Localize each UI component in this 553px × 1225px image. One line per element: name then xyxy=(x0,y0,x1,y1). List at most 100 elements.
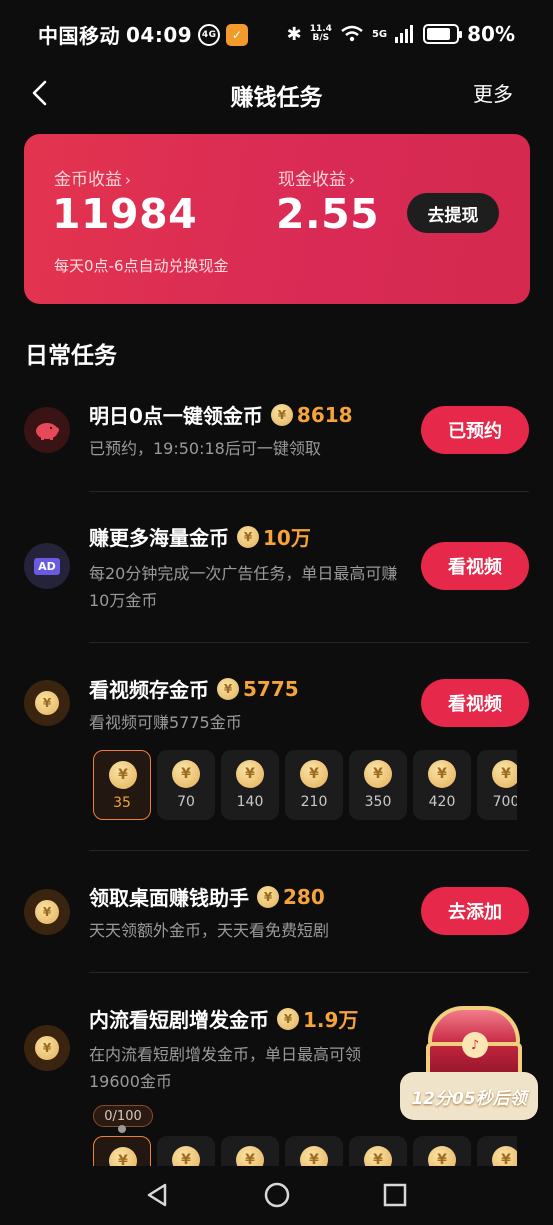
task-title: 内流看短剧增发金币 ¥ 1.9万 xyxy=(89,1004,358,1033)
add-widget-button[interactable]: 去添加 xyxy=(421,887,529,935)
coin-reward-cell: ¥ xyxy=(93,1136,151,1166)
ad-icon: AD xyxy=(24,543,70,589)
yen-coin-icon: ¥ xyxy=(236,1146,264,1166)
yen-coin-icon: ¥ xyxy=(300,760,328,788)
carrier-name: 中国移动 xyxy=(38,24,120,48)
coin-reward-value: 210 xyxy=(300,794,328,810)
yen-coin-icon: ¥ xyxy=(217,677,239,700)
task-reward: 1.9万 xyxy=(303,1008,359,1032)
yen-coin-icon: ¥ xyxy=(300,1146,328,1166)
coin-reward-cell: ¥ xyxy=(413,1136,471,1166)
status-bar: 中国移动 04:09 4G ✓ ✱ 11.4 B/S 5G 80% xyxy=(0,0,553,70)
yen-coin-icon: ¥ xyxy=(109,761,137,789)
coin-reward-value: 70 xyxy=(177,794,195,810)
coin-reward-value: 700 xyxy=(492,794,517,810)
coin-reward-cell: ¥35 xyxy=(93,750,151,820)
music-note-icon: ♪ xyxy=(462,1032,488,1058)
task-title: 赚更多海量金币 ¥ 10万 xyxy=(89,522,311,551)
coin-reward-strip: ¥ ¥ ¥ ¥ ¥ ¥ ¥ xyxy=(93,1136,517,1166)
task-reward: 10万 xyxy=(263,526,311,550)
coin-reward-cell: ¥210 xyxy=(285,750,343,820)
exchange-note: 每天0点-6点自动兑换现金 xyxy=(54,257,229,275)
chevron-right-icon: › xyxy=(349,171,355,189)
coin-earnings-value: 11984 xyxy=(52,190,198,238)
task-description: 已预约，19:50:18后可一键领取 xyxy=(89,439,321,458)
app-notification-icon: ✓ xyxy=(226,23,249,46)
coin-reward-cell: ¥ xyxy=(221,1136,279,1166)
yen-coin-icon: ¥ xyxy=(492,760,517,788)
coin-reward-cell: ¥ xyxy=(285,1136,343,1166)
yen-coin-icon: ¥ xyxy=(428,760,456,788)
coin-reward-strip: ¥35 ¥70 ¥140 ¥210 ¥350 ¥420 ¥700 xyxy=(93,750,517,820)
yen-coin-icon: ¥ xyxy=(24,680,70,726)
cash-earnings-value: 2.55 xyxy=(276,190,380,238)
task-description: 每20分钟完成一次广告任务，单日最高可赚10万金币 xyxy=(89,564,398,610)
task-reward: 8618 xyxy=(296,402,353,427)
coin-earnings-link[interactable]: 金币收益 › xyxy=(54,165,131,190)
yen-coin-icon: ¥ xyxy=(428,1146,456,1166)
yen-coin-icon: ¥ xyxy=(24,1025,70,1071)
watch-video-button[interactable]: 看视频 xyxy=(421,542,529,590)
nav-home-icon[interactable] xyxy=(262,1180,292,1210)
withdraw-button[interactable]: 去提现 xyxy=(407,193,499,233)
net-speed: 11.4 B/S xyxy=(309,24,332,43)
divider xyxy=(89,972,529,973)
yen-coin-icon: ¥ xyxy=(172,760,200,788)
piggy-bank-icon xyxy=(24,407,70,453)
coin-reward-cell: ¥70 xyxy=(157,750,215,820)
yen-coin-icon: ¥ xyxy=(109,1147,137,1166)
task-reward: 280 xyxy=(283,884,325,909)
coin-reward-value: 420 xyxy=(428,794,456,810)
battery-fill xyxy=(427,28,450,40)
coin-reward-cell: ¥ xyxy=(157,1136,215,1166)
signal-label: 5G xyxy=(371,28,388,40)
divider xyxy=(89,642,529,643)
coin-earnings-label: 金币收益 xyxy=(54,170,122,190)
network-badge-icon: 4G xyxy=(198,23,221,46)
yen-coin-icon: ¥ xyxy=(270,403,293,426)
cash-earnings-link[interactable]: 现金收益 › xyxy=(278,165,355,190)
yen-coin-icon: ¥ xyxy=(257,885,279,908)
progress-dot xyxy=(118,1125,126,1133)
system-nav-bar xyxy=(0,1166,553,1225)
coin-reward-value: 35 xyxy=(113,795,131,811)
coin-reward-value: 140 xyxy=(236,794,264,810)
cash-earnings-label: 现金收益 xyxy=(278,170,346,190)
coin-reward-cell: ¥700 xyxy=(477,750,517,820)
battery-icon xyxy=(423,24,463,44)
task-title: 领取桌面赚钱助手 ¥ 280 xyxy=(89,884,325,911)
coin-reward-cell: ¥420 xyxy=(413,750,471,820)
task-reward: 5775 xyxy=(243,676,299,701)
clock: 04:09 xyxy=(126,22,193,47)
divider xyxy=(89,491,529,492)
yen-coin-icon: ¥ xyxy=(277,1007,299,1030)
chest-timer[interactable]: 12分05秒后领 xyxy=(400,1072,538,1120)
nav-back-icon[interactable] xyxy=(143,1180,173,1210)
task-title: 看视频存金币 ¥ 5775 xyxy=(89,676,299,703)
chevron-right-icon: › xyxy=(125,171,131,189)
page-title: 赚钱任务 xyxy=(230,85,323,111)
yen-coin-icon: ¥ xyxy=(364,1146,392,1166)
reserved-button[interactable]: 已预约 xyxy=(421,406,529,454)
earnings-card: 金币收益 › 11984 现金收益 › 2.55 去提现 每天0点-6点自动兑换现金 xyxy=(24,134,530,304)
coin-reward-cell: ¥140 xyxy=(221,750,279,820)
section-title: 日常任务 xyxy=(25,343,117,369)
yen-coin-icon: ¥ xyxy=(24,889,70,935)
yen-coin-icon: ¥ xyxy=(237,525,259,548)
nav-recents-icon[interactable] xyxy=(380,1180,410,1210)
progress-tag: 0/100 xyxy=(93,1105,153,1127)
more-button[interactable]: 更多 xyxy=(473,78,513,107)
yen-coin-icon: ¥ xyxy=(492,1146,517,1166)
coin-reward-cell: ¥ xyxy=(349,1136,407,1166)
yen-coin-icon: ¥ xyxy=(236,760,264,788)
watch-video-button[interactable]: 看视频 xyxy=(421,679,529,727)
status-right: ✱ 11.4 B/S 5G 80% xyxy=(287,22,515,46)
task-description: 看视频可赚5775金币 xyxy=(89,713,242,732)
yen-coin-icon: ¥ xyxy=(364,760,392,788)
task-description: 在内流看短剧增发金币，单日最高可领19600金币 xyxy=(89,1045,362,1091)
coin-reward-cell: ¥ xyxy=(477,1136,517,1166)
signal-bars-icon xyxy=(395,25,414,43)
coin-reward-value: 350 xyxy=(364,794,392,810)
coin-reward-cell: ¥350 xyxy=(349,750,407,820)
top-bar: 赚钱任务 更多 xyxy=(0,70,553,120)
